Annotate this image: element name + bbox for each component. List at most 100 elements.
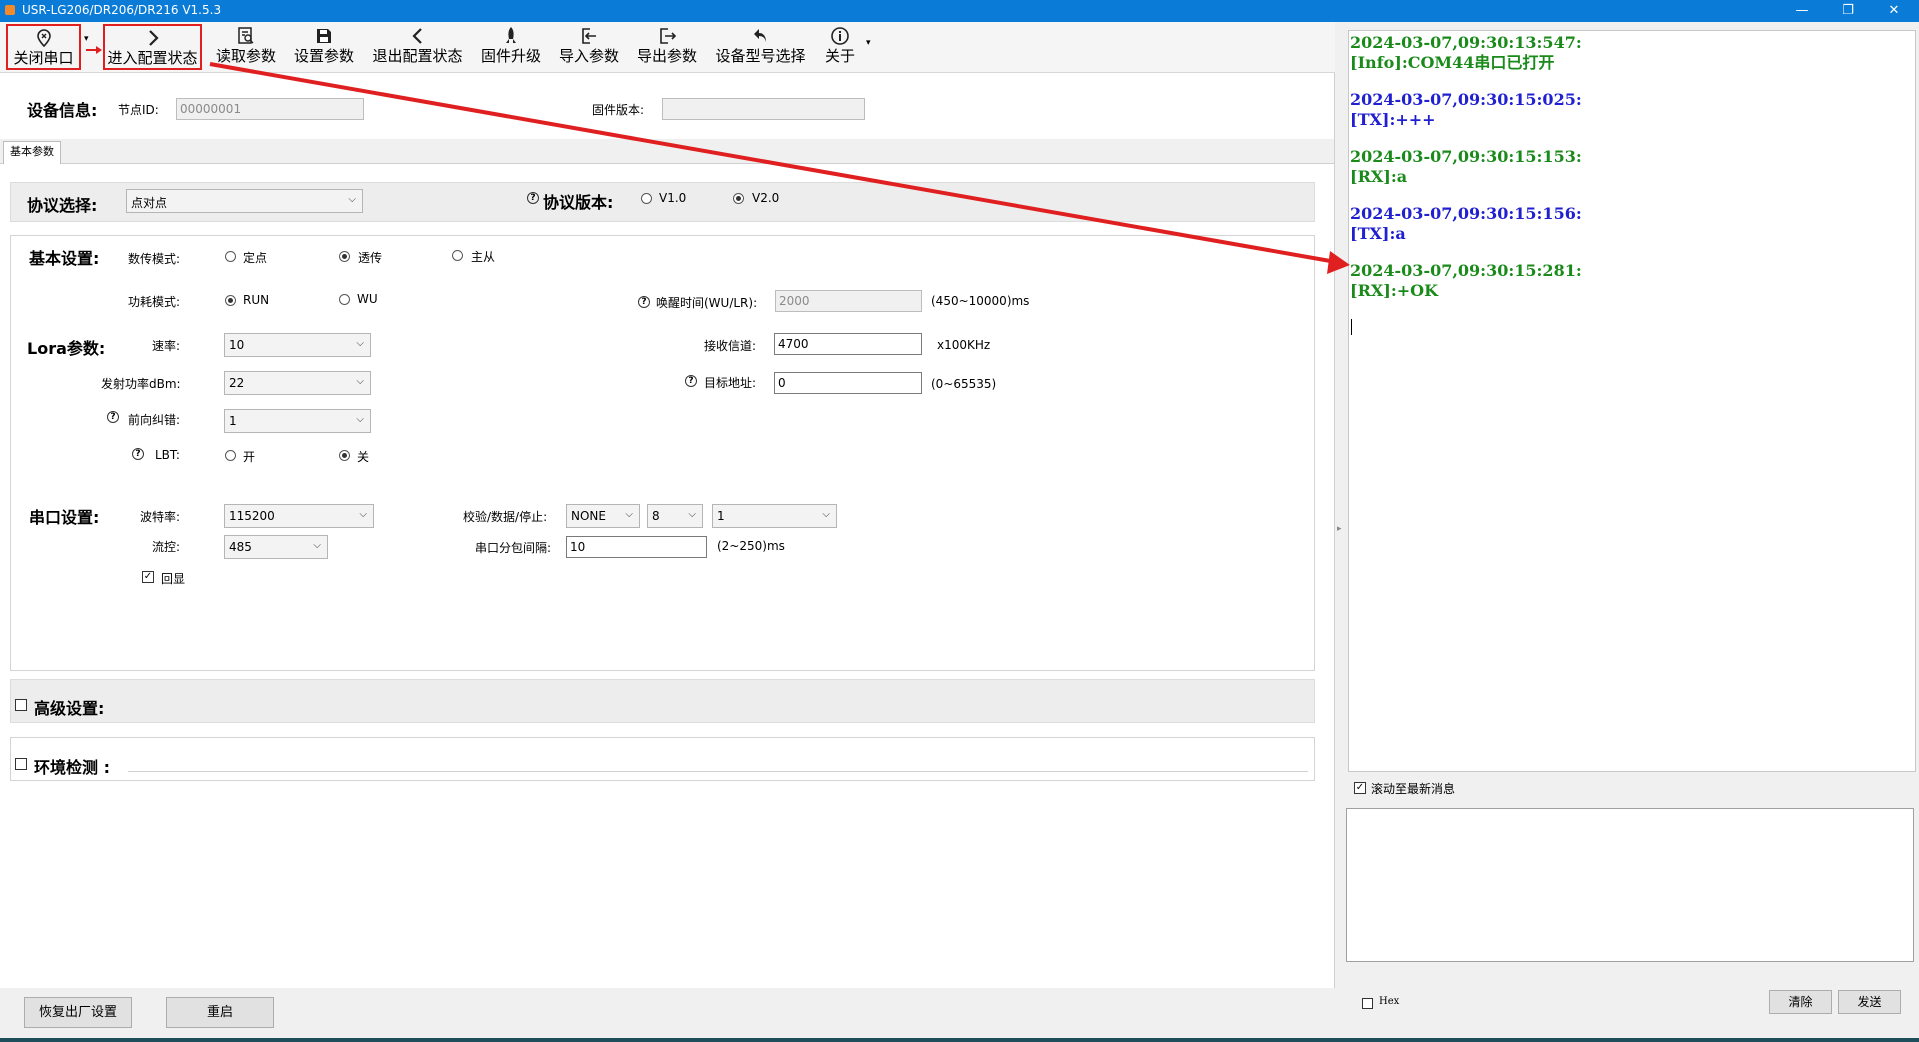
wake-time-field[interactable]: 2000	[775, 290, 922, 312]
channel-unit: x100KHz	[937, 338, 991, 352]
baud-select[interactable]: 115200 ⌵	[224, 504, 374, 528]
radio-wu[interactable]	[339, 294, 350, 305]
enter-config-label: 进入配置状态	[107, 49, 198, 67]
help-icon[interactable]: ?	[685, 375, 697, 387]
baud-label: 波特率:	[140, 510, 181, 524]
model-select-button[interactable]: 设备型号选择	[711, 24, 810, 70]
exit-config-label: 退出配置状态	[372, 47, 463, 65]
tx-power-select-value: 22	[229, 376, 245, 390]
help-icon[interactable]: ?	[107, 411, 119, 423]
app-icon	[5, 5, 15, 15]
chevron-down-icon: ⌵	[625, 509, 633, 520]
fw-version-label: 固件版本:	[592, 103, 645, 117]
overflow-dropdown-icon[interactable]: ▾	[866, 38, 871, 48]
help-icon[interactable]: ?	[132, 448, 144, 460]
env-checkbox[interactable]	[15, 758, 27, 770]
fec-select-value: 1	[229, 414, 237, 428]
chevron-down-icon: ⌵	[822, 509, 830, 520]
read-params-label: 读取参数	[215, 47, 276, 65]
firmware-upgrade-button[interactable]: 固件升级	[477, 24, 545, 70]
advanced-checkbox[interactable]	[15, 699, 27, 711]
import-icon	[582, 28, 596, 44]
tab-strip	[0, 139, 1334, 164]
radio-lbt-on[interactable]	[225, 450, 236, 461]
log-message: [TX]:+++	[1350, 110, 1436, 129]
read-params-button[interactable]: 读取参数	[212, 24, 280, 70]
baud-select-value: 115200	[229, 509, 275, 523]
flow-control-select[interactable]: 485 ⌵	[224, 535, 328, 559]
node-id-field[interactable]: 00000001	[176, 98, 364, 120]
send-input[interactable]	[1346, 808, 1914, 962]
log-time: 2024-03-07,09:30:15:153:	[1350, 147, 1582, 166]
parity-select-value: NONE	[571, 509, 606, 523]
transfer-mode-label: 数传模式:	[128, 252, 181, 266]
log-entry: 2024-03-07,09:30:15:281: [RX]:+OK	[1350, 261, 1582, 301]
divider	[128, 771, 1308, 772]
set-params-button[interactable]: 设置参数	[290, 24, 358, 70]
scroll-latest-checkbox[interactable]: ✓	[1354, 782, 1366, 794]
echo-checkbox[interactable]: ✓	[142, 571, 154, 583]
minimize-button[interactable]: —	[1780, 0, 1824, 22]
chevron-down-icon: ⌵	[688, 509, 696, 520]
packet-interval-field[interactable]: 10	[566, 536, 707, 558]
maximize-button[interactable]: ❐	[1826, 0, 1870, 22]
hex-label: Hex	[1379, 996, 1400, 1007]
protocol-select[interactable]: 点对点 ⌵	[126, 189, 363, 213]
target-address-field[interactable]: 0	[774, 372, 922, 394]
close-port-dropdown-icon[interactable]: ▾	[84, 34, 89, 44]
send-button[interactable]: 发送	[1838, 990, 1901, 1014]
fw-version-field[interactable]	[662, 98, 865, 120]
tx-power-select[interactable]: 22 ⌵	[224, 371, 371, 395]
log-output[interactable]: 2024-03-07,09:30:13:547: [Info]:COM44串口已…	[1348, 30, 1916, 772]
stop-bits-select[interactable]: 1 ⌵	[712, 504, 837, 528]
data-bits-select-value: 8	[652, 509, 660, 523]
close-button[interactable]: ✕	[1872, 0, 1916, 22]
radio-v1[interactable]	[641, 193, 652, 204]
rate-label: 速率:	[152, 339, 181, 353]
radio-run[interactable]	[225, 295, 236, 306]
title-bar: USR-LG206/DR206/DR216 V1.5.3 — ❐ ✕	[0, 0, 1919, 22]
tab-basic-params[interactable]: 基本参数	[3, 141, 61, 164]
about-button[interactable]: 关于	[818, 24, 862, 70]
log-message: [TX]:a	[1350, 224, 1406, 243]
radio-wu-label: WU	[357, 292, 378, 306]
radio-master-slave[interactable]	[452, 250, 463, 261]
wake-time-range: (450~10000)ms	[931, 294, 1030, 308]
clear-button[interactable]: 清除	[1769, 990, 1832, 1014]
enter-config-button[interactable]: 进入配置状态	[103, 24, 202, 70]
fec-label: 前向纠错:	[128, 413, 181, 427]
import-params-button[interactable]: 导入参数	[555, 24, 623, 70]
radio-fixed[interactable]	[225, 251, 236, 262]
parity-select[interactable]: NONE ⌵	[566, 504, 640, 528]
radio-transparent-label: 透传	[358, 251, 383, 265]
help-icon[interactable]: ?	[638, 296, 650, 308]
radio-lbt-off[interactable]	[339, 450, 350, 461]
fec-select[interactable]: 1 ⌵	[224, 409, 371, 433]
chevron-down-icon: ⌵	[313, 540, 321, 551]
hex-checkbox[interactable]	[1362, 998, 1373, 1009]
lora-heading: Lora参数:	[27, 339, 106, 358]
protocol-select-value: 点对点	[131, 196, 168, 210]
factory-reset-button[interactable]: 恢复出厂设置	[24, 997, 132, 1028]
close-port-button[interactable]: 关闭串口	[6, 24, 81, 70]
target-address-range: (0~65535)	[931, 377, 997, 391]
help-icon[interactable]: ?	[527, 192, 539, 204]
chevron-down-icon: ⌵	[356, 338, 364, 349]
export-params-button[interactable]: 导出参数	[633, 24, 701, 70]
channel-label: 接收信道:	[704, 339, 757, 353]
chevron-down-icon: ⌵	[348, 194, 356, 205]
radio-lbt-on-label: 开	[243, 450, 256, 464]
rate-select[interactable]: 10 ⌵	[224, 333, 371, 357]
wake-time-label: 唤醒时间(WU/LR):	[656, 296, 758, 310]
protocol-heading: 协议选择:	[27, 196, 98, 215]
radio-transparent[interactable]	[339, 251, 350, 262]
restart-button[interactable]: 重启	[166, 997, 274, 1028]
channel-field[interactable]: 4700	[774, 333, 922, 355]
data-bits-select[interactable]: 8 ⌵	[647, 504, 703, 528]
splitter-arrow-icon[interactable]: ▸	[1337, 524, 1342, 534]
exit-config-button[interactable]: 退出配置状态	[368, 24, 467, 70]
chevron-down-icon: ⌵	[356, 376, 364, 387]
radio-v2[interactable]	[733, 193, 744, 204]
log-time: 2024-03-07,09:30:13:547:	[1350, 33, 1582, 52]
import-params-label: 导入参数	[558, 47, 619, 65]
